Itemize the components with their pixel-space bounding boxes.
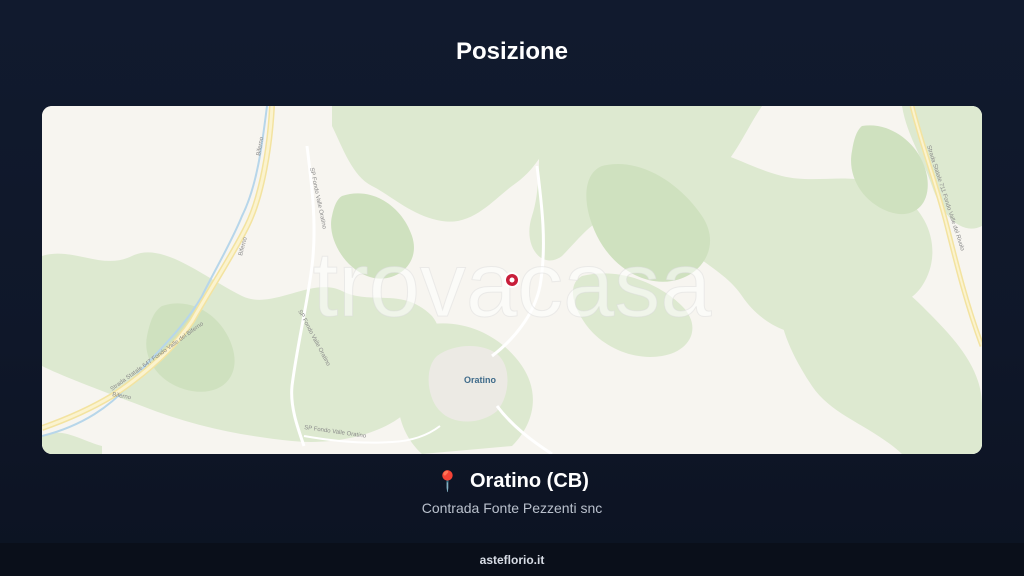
location-heading: 📍 Oratino (CB) [0, 470, 1024, 493]
town-area: Oratino [428, 345, 508, 422]
place-name: Oratino (CB) [470, 470, 589, 492]
page-title: Posizione [455, 38, 569, 65]
map-canvas[interactable]: Oratino Strada Statale 647 Fondo Valle d… [42, 106, 982, 454]
location-marker[interactable] [504, 272, 520, 288]
footer: asteflorio.it [0, 543, 1024, 576]
footer-brand-link[interactable]: asteflorio.it [480, 553, 545, 567]
map[interactable]: Oratino Strada Statale 647 Fondo Valle d… [42, 106, 982, 454]
town-label: Oratino [464, 375, 497, 385]
address: Contrada Fonte Pezzenti snc [421, 500, 603, 516]
map-pin-icon: 📍 [435, 470, 460, 493]
